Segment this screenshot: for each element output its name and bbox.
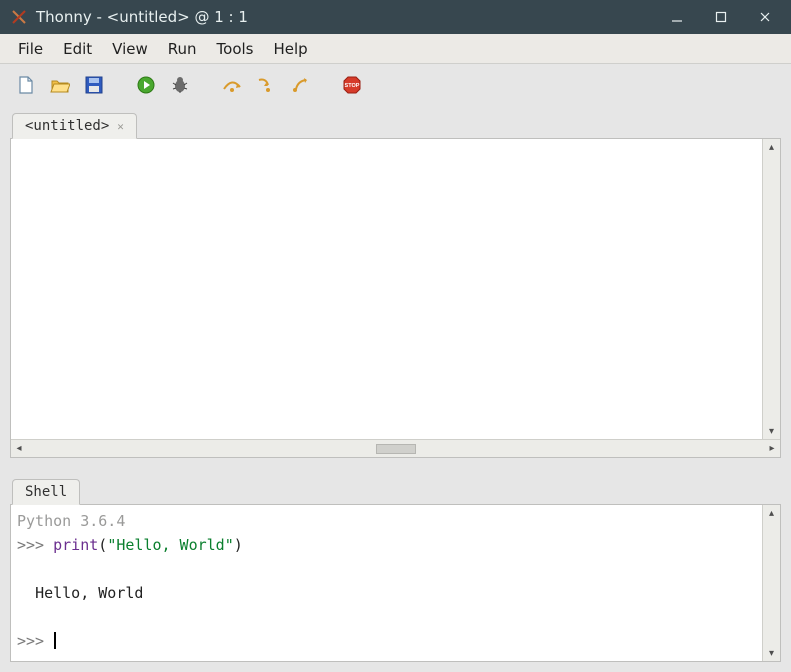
shell-input-string: "Hello, World" xyxy=(107,536,233,554)
window-minimize-button[interactable] xyxy=(655,0,699,34)
step-out-button[interactable] xyxy=(288,73,312,97)
scroll-up-icon[interactable]: ▴ xyxy=(763,139,780,155)
step-over-button[interactable] xyxy=(220,73,244,97)
menu-bar: File Edit View Run Tools Help xyxy=(0,34,791,64)
stop-button[interactable]: STOP xyxy=(340,73,364,97)
menu-help[interactable]: Help xyxy=(264,36,318,62)
shell-vertical-scrollbar[interactable]: ▴ ▾ xyxy=(762,505,780,661)
menu-tools[interactable]: Tools xyxy=(207,36,264,62)
shell-tab-label: Shell xyxy=(25,484,67,500)
window-maximize-button[interactable] xyxy=(699,0,743,34)
save-file-button[interactable] xyxy=(82,73,106,97)
debug-button[interactable] xyxy=(168,73,192,97)
editor-tab-untitled[interactable]: <untitled> ✕ xyxy=(12,113,137,139)
menu-run[interactable]: Run xyxy=(158,36,207,62)
editor-tab-label: <untitled> xyxy=(25,118,109,134)
open-file-button[interactable] xyxy=(48,73,72,97)
scroll-thumb[interactable] xyxy=(376,444,416,454)
close-icon[interactable]: ✕ xyxy=(117,121,124,132)
shell-banner: Python 3.6.4 xyxy=(17,512,125,530)
scroll-down-icon[interactable]: ▾ xyxy=(763,423,780,439)
run-button[interactable] xyxy=(134,73,158,97)
app-icon xyxy=(10,8,28,26)
text-cursor xyxy=(54,632,56,649)
window-title: Thonny - <untitled> @ 1 : 1 xyxy=(36,8,248,26)
editor-panel: <untitled> ✕ ▴ ▾ ◂ ▸ xyxy=(10,110,781,458)
editor-vertical-scrollbar[interactable]: ▴ ▾ xyxy=(762,139,780,439)
editor-tabstrip: <untitled> ✕ xyxy=(10,110,781,138)
menu-view[interactable]: View xyxy=(102,36,158,62)
scroll-up-icon[interactable]: ▴ xyxy=(763,505,780,521)
svg-text:STOP: STOP xyxy=(345,83,360,89)
code-editor[interactable] xyxy=(11,139,762,439)
shell-tab[interactable]: Shell xyxy=(12,479,80,505)
new-file-button[interactable] xyxy=(14,73,38,97)
scroll-left-icon[interactable]: ◂ xyxy=(11,440,27,457)
editor-horizontal-scrollbar[interactable]: ◂ ▸ xyxy=(11,439,780,457)
step-into-button[interactable] xyxy=(254,73,278,97)
scroll-right-icon[interactable]: ▸ xyxy=(764,440,780,457)
window-titlebar: Thonny - <untitled> @ 1 : 1 xyxy=(0,0,791,34)
window-close-button[interactable] xyxy=(743,0,787,34)
shell-prompt: >>> xyxy=(17,632,53,650)
shell-tabstrip: Shell xyxy=(10,476,781,504)
menu-edit[interactable]: Edit xyxy=(53,36,102,62)
shell-input-func: print xyxy=(53,536,98,554)
shell-stdout: Hello, World xyxy=(35,584,143,602)
menu-file[interactable]: File xyxy=(8,36,53,62)
scroll-down-icon[interactable]: ▾ xyxy=(763,645,780,661)
shell-panel: Shell Python 3.6.4 >>> print("Hello, Wor… xyxy=(10,476,781,662)
shell-output[interactable]: Python 3.6.4 >>> print("Hello, World") H… xyxy=(11,505,762,661)
shell-prompt: >>> xyxy=(17,536,53,554)
toolbar: STOP xyxy=(0,64,791,106)
